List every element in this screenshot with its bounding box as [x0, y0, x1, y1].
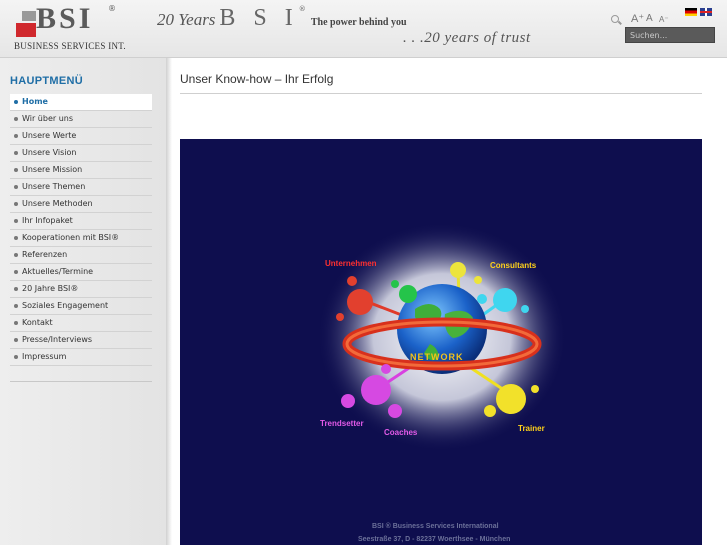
title-divider — [180, 93, 702, 94]
logo-text: BSI — [36, 2, 94, 35]
site-header: BSI ® BUSINESS SERVICES INT. 20 Years B S… — [0, 0, 727, 58]
font-size-reset-button[interactable]: A — [646, 13, 653, 24]
label-coaches: Coaches — [384, 428, 418, 437]
menu-item-soziales-engagement[interactable]: Soziales Engagement — [10, 298, 152, 315]
slogan-years: 20 Years — [157, 10, 216, 29]
menu-item-kontakt[interactable]: Kontakt — [10, 315, 152, 332]
label-unternehmen: Unternehmen — [325, 259, 377, 268]
figure-footer-address: Seestraße 37, D - 82237 Woerthsee - Münc… — [358, 536, 511, 543]
menu-item-unsere-vision[interactable]: Unsere Vision — [10, 145, 152, 162]
font-size-decrease-button[interactable]: A⁻ — [659, 15, 669, 24]
label-trendsetter: Trendsetter — [320, 419, 364, 428]
label-consultants: Consultants — [490, 261, 537, 270]
header-slogan: 20 Years B S I® The power behind you — [157, 5, 407, 35]
figure-footer-company: BSI ® Business Services International — [372, 523, 499, 530]
label-trainer: Trainer — [518, 424, 545, 433]
font-size-increase-button[interactable]: A⁺ — [631, 12, 644, 25]
slogan-brand: B S I — [219, 5, 299, 31]
english-flag-icon[interactable] — [700, 8, 712, 16]
main-menu: Home Wir über uns Unsere Werte Unsere Vi… — [10, 94, 152, 366]
search-input[interactable] — [625, 27, 715, 43]
logo-mark-icon — [16, 9, 36, 37]
menu-item-kooperationen[interactable]: Kooperationen mit BSI® — [10, 230, 152, 247]
bsi-logo[interactable]: BSI ® BUSINESS SERVICES INT. — [14, 2, 144, 54]
menu-item-unsere-themen[interactable]: Unsere Themen — [10, 179, 152, 196]
search-icon[interactable] — [611, 15, 619, 23]
logo-registered-mark: ® — [108, 4, 116, 13]
menu-item-unsere-werte[interactable]: Unsere Werte — [10, 128, 152, 145]
slogan-registered-mark: ® — [298, 5, 306, 13]
menu-item-referenzen[interactable]: Referenzen — [10, 247, 152, 264]
sidebar-shadow — [166, 58, 172, 545]
menu-item-unsere-methoden[interactable]: Unsere Methoden — [10, 196, 152, 213]
menu-item-wir-ueber-uns[interactable]: Wir über uns — [10, 111, 152, 128]
logo-subtitle: BUSINESS SERVICES INT. — [14, 41, 126, 51]
network-illustration: Unternehmen Consultants NETWORK Trendset… — [180, 139, 702, 545]
menu-item-impressum[interactable]: Impressum — [10, 349, 152, 366]
menu-item-ihr-infopaket[interactable]: Ihr Infopaket — [10, 213, 152, 230]
main-menu-title: HAUPTMENÜ — [10, 75, 83, 87]
menu-item-20-jahre-bsi[interactable]: 20 Jahre BSI® — [10, 281, 152, 298]
menu-divider — [10, 381, 152, 382]
sidebar: HAUPTMENÜ Home Wir über uns Unsere Werte… — [0, 58, 166, 545]
menu-item-home[interactable]: Home — [10, 94, 152, 111]
menu-item-presse-interviews[interactable]: Presse/Interviews — [10, 332, 152, 349]
menu-item-aktuelles-termine[interactable]: Aktuelles/Termine — [10, 264, 152, 281]
label-network: NETWORK — [410, 352, 464, 362]
menu-item-unsere-mission[interactable]: Unsere Mission — [10, 162, 152, 179]
network-graphic — [317, 222, 567, 452]
page-title: Unser Know-how – Ihr Erfolg — [180, 72, 334, 86]
german-flag-icon[interactable] — [685, 8, 697, 16]
slogan-trust: . . .20 years of trust — [403, 30, 531, 46]
slogan-tagline: The power behind you — [310, 17, 407, 28]
